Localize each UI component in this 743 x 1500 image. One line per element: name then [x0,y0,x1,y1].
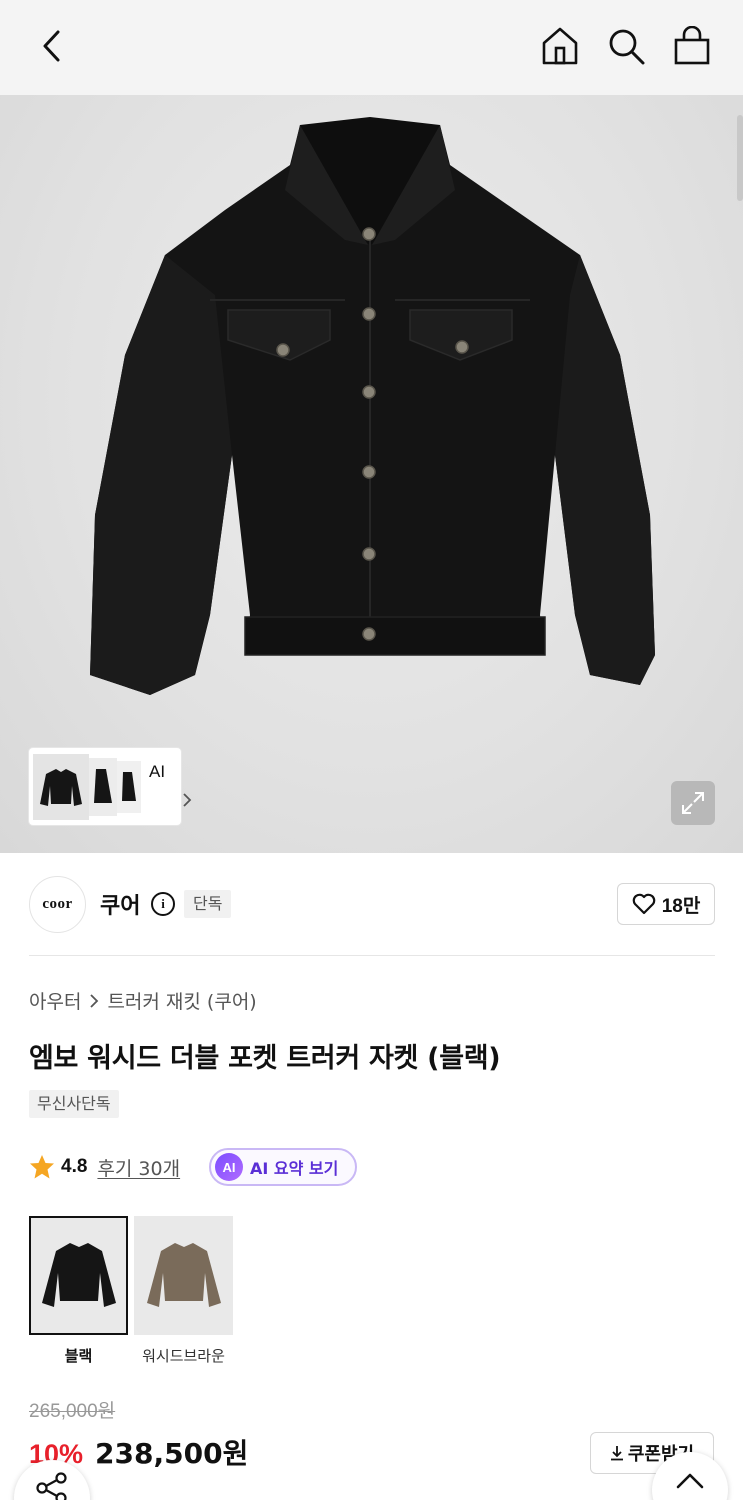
ai-image-thumbnails[interactable]: AI [29,748,192,825]
breadcrumb: 아우터 트러커 재킷 (쿠어) [29,987,257,1014]
top-bar [0,0,743,95]
brand-row: coor 쿠어 i 단독 18만 [29,876,715,933]
search-icon [609,29,645,65]
thumbnail-1 [33,753,89,820]
color-options: 블랙 워시드브라운 [29,1216,233,1366]
info-icon[interactable]: i [151,892,175,916]
breadcrumb-subcategory[interactable]: 트러커 재킷 (쿠어) [107,987,256,1014]
color-name: 워시드브라운 [142,1347,225,1365]
exclusive-tag: 무신사단독 [29,1090,119,1118]
share-icon [36,1472,67,1500]
color-name: 블랙 [64,1347,93,1365]
color-option-black[interactable]: 블랙 [29,1216,128,1366]
star-icon [30,1155,54,1179]
home-icon [542,27,578,65]
chevron-right-icon [183,793,192,807]
home-button[interactable] [537,22,583,70]
rating-score: 4.8 [61,1156,88,1177]
brand-name[interactable]: 쿠어 [100,888,140,920]
brand-logo[interactable]: coor [29,876,86,933]
product-image [90,117,655,695]
search-button[interactable] [603,22,649,70]
chevron-up-icon [676,1473,704,1489]
ai-icon: AI [215,1153,243,1181]
download-icon [610,1446,623,1461]
sale-price: 238,500원 [95,1437,249,1470]
shopping-bag-icon [674,26,710,65]
thumbnail-2 [89,757,117,816]
exclusive-badge: 단독 [184,890,232,918]
like-count: 18만 [661,895,701,917]
chevron-right-icon [90,993,99,1008]
ai-summary-button[interactable]: AI AI 요약 보기 [209,1148,357,1186]
color-thumbnail [29,1216,128,1335]
thumbnail-3 [117,760,141,813]
ai-label: AI [149,762,166,781]
divider [29,955,715,956]
like-button[interactable]: 18만 [617,883,715,925]
rating-row: 4.8 후기 30개 [29,1150,180,1184]
color-option-washed-brown[interactable]: 워시드브라운 [134,1216,233,1366]
product-title: 엠보 워시드 더블 포켓 트러커 자켓 (블랙) [29,1043,501,1074]
expand-icon [682,792,704,814]
ai-summary-label: AI 요약 보기 [250,1159,339,1178]
heart-icon [632,893,655,915]
scroll-indicator [737,115,743,201]
expand-button[interactable] [671,781,715,825]
product-image-gallery[interactable] [0,95,743,853]
breadcrumb-category[interactable]: 아우터 [29,987,81,1014]
reviews-link[interactable]: 후기 30개 [97,1154,180,1181]
cart-button[interactable] [669,22,715,70]
color-thumbnail [134,1216,233,1335]
original-price: 265,000원 [29,1401,116,1422]
chevron-left-icon [43,30,60,62]
back-button[interactable] [30,22,74,70]
